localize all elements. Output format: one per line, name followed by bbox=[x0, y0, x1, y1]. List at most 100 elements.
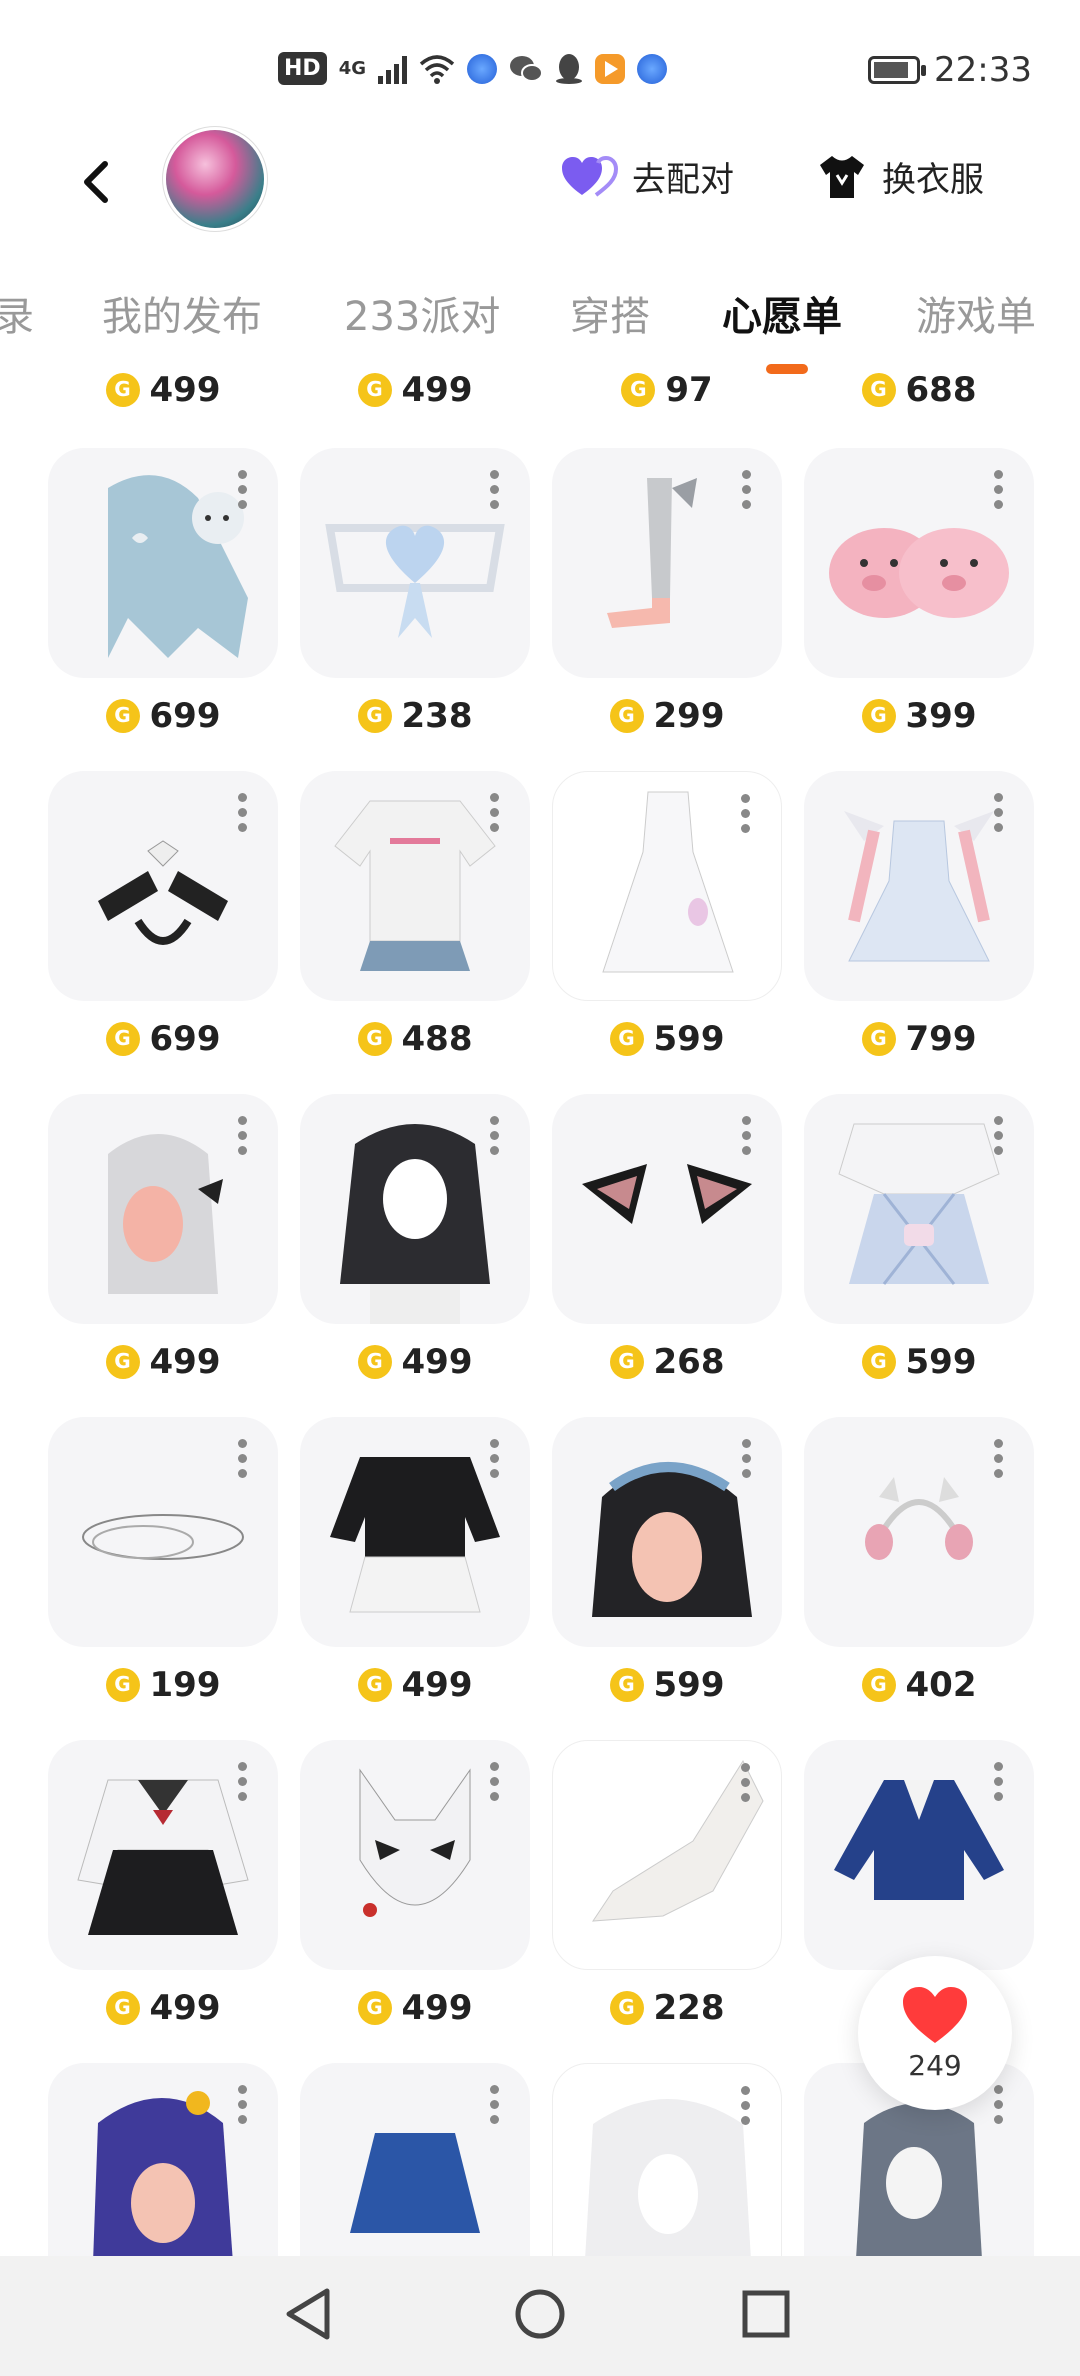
more-options-icon[interactable] bbox=[238, 1762, 248, 1801]
price-tag: 402 bbox=[804, 1665, 1034, 1705]
nav-recents-button[interactable] bbox=[736, 2284, 796, 2344]
item-card[interactable] bbox=[48, 771, 278, 1001]
tab-my-posts[interactable]: 我的发布 bbox=[102, 284, 262, 342]
coin-icon bbox=[105, 1345, 140, 1379]
tab-record[interactable]: 录 bbox=[0, 284, 34, 342]
shirt-icon bbox=[820, 155, 864, 198]
item-card[interactable] bbox=[552, 2063, 782, 2260]
coin-icon bbox=[357, 1345, 392, 1379]
more-options-icon[interactable] bbox=[238, 1116, 248, 1155]
item-card[interactable] bbox=[48, 1094, 278, 1324]
system-nav-bar bbox=[0, 2256, 1080, 2376]
like-button[interactable]: 249 bbox=[858, 1956, 1012, 2110]
more-options-icon[interactable] bbox=[741, 794, 751, 833]
avatar[interactable] bbox=[166, 130, 264, 228]
coin-icon bbox=[105, 1668, 140, 1702]
coin-icon bbox=[609, 1991, 644, 2025]
more-options-icon[interactable] bbox=[994, 1116, 1004, 1155]
item-card[interactable] bbox=[552, 1417, 782, 1647]
more-options-icon[interactable] bbox=[490, 2085, 500, 2124]
item-card[interactable] bbox=[804, 448, 1034, 678]
item-card[interactable] bbox=[804, 1417, 1034, 1647]
price-tag: 499 bbox=[48, 1342, 278, 1382]
item-card[interactable] bbox=[552, 448, 782, 678]
signal-icon bbox=[378, 54, 407, 84]
like-count: 249 bbox=[908, 2048, 962, 2082]
more-options-icon[interactable] bbox=[490, 793, 500, 832]
circle-home-icon bbox=[515, 2289, 565, 2339]
item-card[interactable] bbox=[300, 448, 530, 678]
more-options-icon[interactable] bbox=[994, 1762, 1004, 1801]
coin-icon bbox=[861, 1345, 896, 1379]
square-recents-icon bbox=[742, 2290, 790, 2338]
more-options-icon[interactable] bbox=[490, 1116, 500, 1155]
match-button[interactable]: 去配对 bbox=[560, 152, 734, 201]
tab-outfits[interactable]: 穿搭 bbox=[570, 284, 650, 342]
network-type: 4G bbox=[338, 58, 366, 79]
more-options-icon[interactable] bbox=[490, 470, 500, 509]
more-options-icon[interactable] bbox=[994, 1439, 1004, 1478]
more-options-icon[interactable] bbox=[994, 470, 1004, 509]
status-icons: HD 4G bbox=[278, 52, 667, 85]
item-card[interactable] bbox=[804, 771, 1034, 1001]
tab-wishlist[interactable]: 心愿单 bbox=[722, 284, 842, 342]
item-card[interactable] bbox=[552, 1094, 782, 1324]
match-label: 去配对 bbox=[632, 160, 734, 200]
tab-233-party[interactable]: 233派对 bbox=[344, 284, 500, 342]
item-card[interactable] bbox=[804, 1740, 1034, 1970]
change-outfit-button[interactable]: 换衣服 bbox=[816, 152, 984, 201]
price-tag: 699 bbox=[48, 1019, 278, 1059]
item-card[interactable] bbox=[300, 1417, 530, 1647]
more-options-icon[interactable] bbox=[994, 2085, 1004, 2124]
nav-back-button[interactable] bbox=[278, 2284, 338, 2344]
coin-icon bbox=[609, 699, 644, 733]
more-options-icon[interactable] bbox=[490, 1762, 500, 1801]
browser-app-icon bbox=[467, 53, 497, 84]
coin-icon bbox=[621, 373, 656, 407]
item-card[interactable] bbox=[804, 1094, 1034, 1324]
price-tag: 488 bbox=[300, 1019, 530, 1059]
more-options-icon[interactable] bbox=[238, 2085, 248, 2124]
clock: 22:33 bbox=[934, 50, 1032, 90]
previous-row-prices: 499 499 97 688 bbox=[0, 370, 1080, 430]
tab-game-list[interactable]: 游戏单 bbox=[916, 284, 1036, 342]
item-card[interactable] bbox=[48, 1740, 278, 1970]
triangle-back-icon bbox=[286, 2288, 330, 2340]
more-options-icon[interactable] bbox=[238, 470, 248, 509]
item-card[interactable] bbox=[552, 771, 782, 1001]
more-options-icon[interactable] bbox=[741, 2086, 751, 2125]
more-options-icon[interactable] bbox=[742, 1116, 752, 1155]
more-options-icon[interactable] bbox=[742, 1439, 752, 1478]
item-card[interactable] bbox=[48, 2063, 278, 2260]
qq-icon bbox=[556, 53, 582, 84]
heart-icon bbox=[903, 1986, 967, 2043]
price-tag: 799 bbox=[804, 1019, 1034, 1059]
item-card[interactable] bbox=[300, 2063, 530, 2260]
price-tag: 599 bbox=[552, 1665, 782, 1705]
header: 去配对 换衣服 bbox=[0, 130, 1080, 240]
more-options-icon[interactable] bbox=[238, 1439, 248, 1478]
video-app-icon bbox=[595, 53, 625, 84]
item-card[interactable] bbox=[300, 771, 530, 1001]
item-card[interactable] bbox=[300, 1094, 530, 1324]
more-options-icon[interactable] bbox=[490, 1439, 500, 1478]
coin-icon bbox=[105, 699, 140, 733]
item-card[interactable] bbox=[300, 1740, 530, 1970]
coin-icon bbox=[105, 1022, 140, 1056]
coin-icon bbox=[357, 1668, 392, 1702]
status-bar: HD 4G 22:33 bbox=[0, 0, 1080, 140]
back-button[interactable] bbox=[66, 152, 126, 212]
more-options-icon[interactable] bbox=[742, 470, 752, 509]
price-tag: 499 bbox=[300, 1665, 530, 1705]
item-card[interactable] bbox=[48, 448, 278, 678]
item-card[interactable] bbox=[48, 1417, 278, 1647]
more-options-icon[interactable] bbox=[994, 793, 1004, 832]
coin-icon bbox=[105, 1991, 140, 2025]
more-options-icon[interactable] bbox=[741, 1763, 751, 1802]
item-card[interactable] bbox=[552, 1740, 782, 1970]
nav-home-button[interactable] bbox=[510, 2284, 570, 2344]
hearts-icon bbox=[562, 155, 618, 197]
more-options-icon[interactable] bbox=[238, 793, 248, 832]
price-tag: 299 bbox=[552, 696, 782, 736]
price-tag: 399 bbox=[804, 696, 1034, 736]
